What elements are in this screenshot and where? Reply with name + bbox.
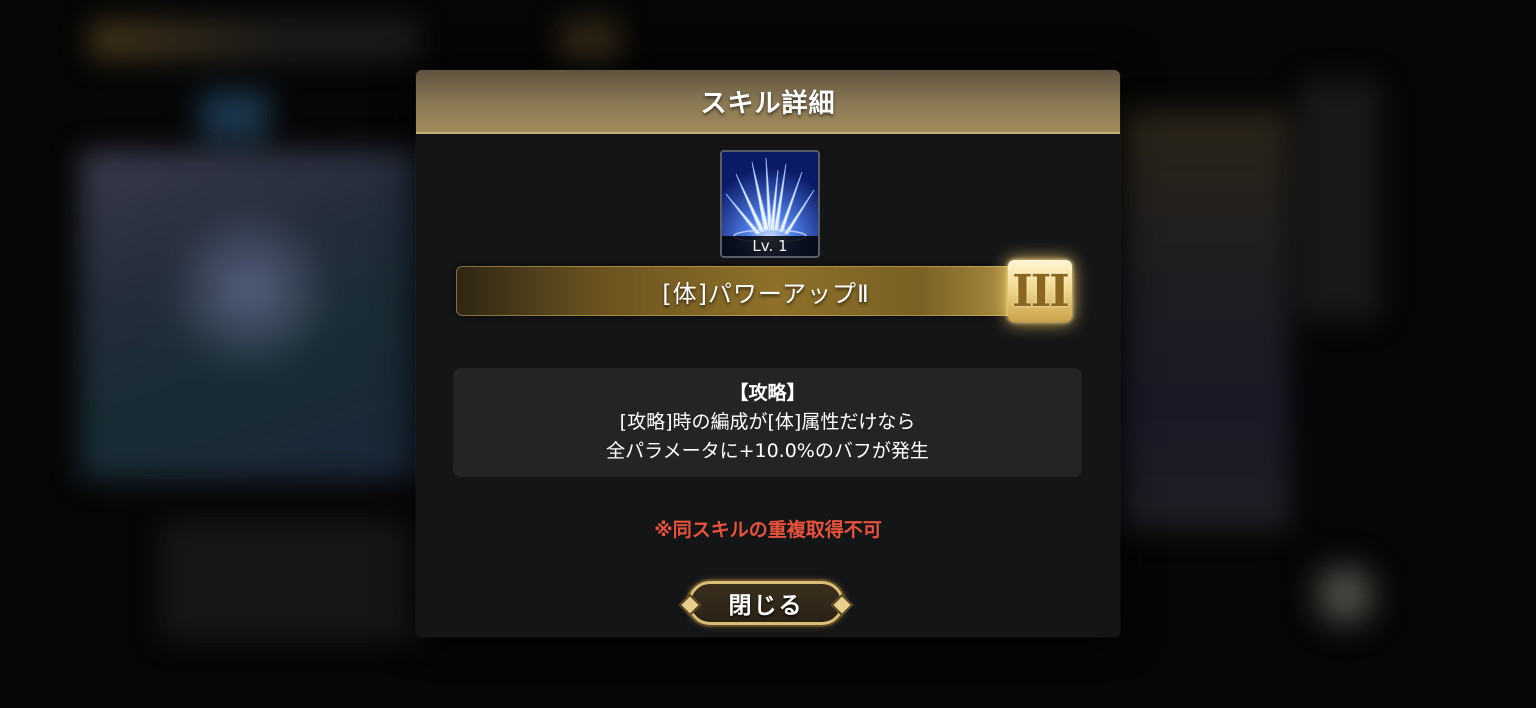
- skill-rank-badge: III: [1008, 260, 1072, 322]
- blue-ice-spikes-skill-icon: Lv. 1: [720, 150, 820, 258]
- description-line: 全パラメータに+10.0%のバフが発生: [606, 440, 929, 462]
- background-icon: [200, 90, 270, 140]
- dialog-header: スキル詳細: [416, 70, 1120, 134]
- diamond-ornament-icon: [830, 593, 854, 617]
- skill-description: 【攻略】 [攻略]時の編成が[体]属性だけなら 全パラメータに+10.0%のバフ…: [453, 368, 1082, 477]
- background-side-list: [1110, 110, 1290, 530]
- background-round-button: [1310, 560, 1380, 630]
- duplicate-warning: ※同スキルの重複取得不可: [654, 519, 882, 541]
- close-button-label: 閉じる: [728, 593, 804, 619]
- dialog-title: スキル詳細: [700, 88, 836, 119]
- close-button[interactable]: 閉じる: [678, 581, 854, 625]
- game-screen: スキル詳細 Lv. 1 [体]パワーアップⅡ III 【攻略】 [攻略]時の編成…: [0, 0, 1536, 708]
- background-character-art: [160, 210, 340, 370]
- description-line: [攻略]時の編成が[体]属性だけなら: [619, 411, 916, 433]
- skill-level: Lv. 1: [722, 236, 818, 256]
- skill-rank-label: III: [1012, 265, 1070, 317]
- description-title: 【攻略】: [729, 382, 806, 404]
- skill-name: [体]パワーアップⅡ: [662, 279, 870, 308]
- skill-detail-dialog: スキル詳細 Lv. 1 [体]パワーアップⅡ III 【攻略】 [攻略]時の編成…: [416, 70, 1120, 637]
- diamond-ornament-icon: [678, 593, 702, 617]
- background-bottom-panel: [160, 520, 420, 640]
- background-top-bar: [90, 20, 420, 60]
- skill-name-bar: [体]パワーアップⅡ: [456, 266, 1036, 316]
- background-side-panel: [1300, 80, 1380, 320]
- background-icon: [560, 18, 620, 68]
